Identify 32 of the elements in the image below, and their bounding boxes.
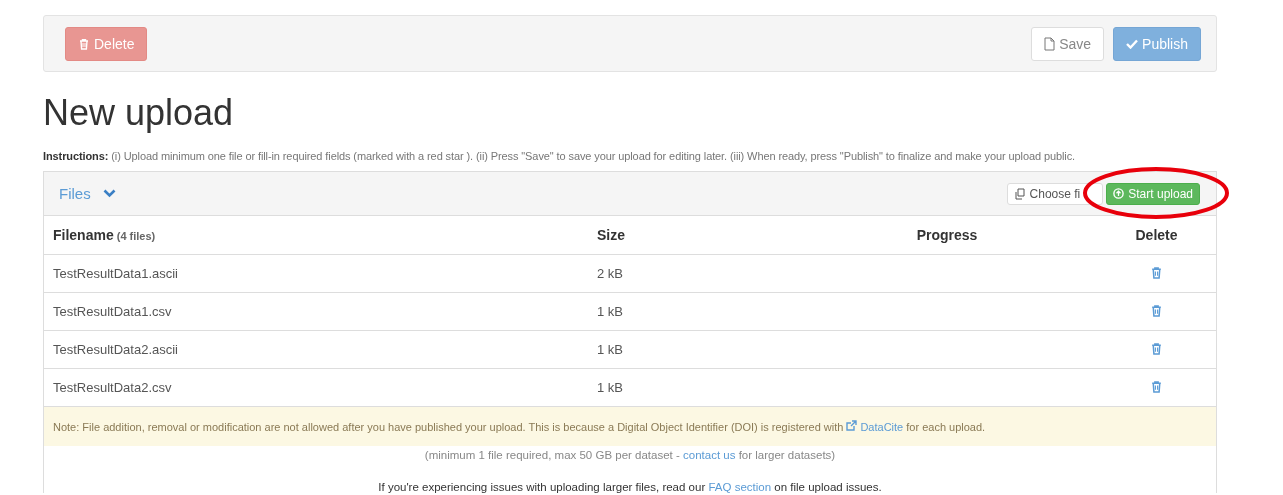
size-cell-text: 1 kB [597, 342, 624, 357]
faq-link[interactable]: FAQ section [708, 481, 772, 493]
chevron-down-icon [102, 189, 116, 198]
external-link-icon [846, 420, 858, 431]
help-text: If you're experiencing issues with uploading larger files, read our FAQ section on file upload issues. [377, 481, 883, 493]
column-header: Filename (4 files) [53, 227, 157, 243]
limits-text: (minimum 1 file required, max 50 GB per dataset - contact us for larger datasets) [423, 449, 837, 461]
page-title: New upload [43, 92, 235, 134]
instructions-text: Instructions: (i) Upload minimum one file or fill-in required fields (marked with a red star ). (ii) Press "Save" to save your upload for editing later. (iii) When ready, press "Publish" to finalize and make your upload public. [43, 150, 1077, 162]
size-cell-text: 1 kB [597, 304, 624, 319]
column-header: Delete [1134, 227, 1179, 243]
files-toggle[interactable]: Files [59, 185, 116, 202]
start-upload-button[interactable]: Start upload [1106, 182, 1200, 205]
document-icon [1044, 36, 1056, 51]
filename-cell-text: TestResultData1.csv [53, 304, 173, 319]
copy-icon [1013, 187, 1026, 200]
contact-link[interactable]: contact us [683, 449, 736, 461]
size-cell-text: 2 kB [597, 266, 624, 281]
column-header: Progress [915, 227, 979, 243]
filename-cell-text: TestResultData2.ascii [53, 342, 179, 357]
upload-icon [1113, 188, 1125, 199]
checkmark-icon [1126, 38, 1139, 49]
filename-cell-text: TestResultData1.ascii [53, 266, 179, 281]
datacite-link[interactable]: DataCite [846, 421, 904, 433]
size-cell-text: 1 kB [597, 380, 624, 395]
save-button[interactable]: Save [1031, 26, 1105, 61]
publish-button[interactable]: Publish [1113, 26, 1201, 61]
choose-files-button[interactable]: Choose fi [1006, 182, 1104, 205]
filename-cell-text: TestResultData2.csv [53, 380, 173, 395]
note-text: Note: File addition, removal or modification are not allowed after you have published your upload. This is because a Digital Object Identifier (DOI) is registered with DataCite for each upload. [44, 407, 1216, 446]
delete-button[interactable]: Delete [65, 26, 148, 61]
column-header: Size [597, 227, 626, 243]
